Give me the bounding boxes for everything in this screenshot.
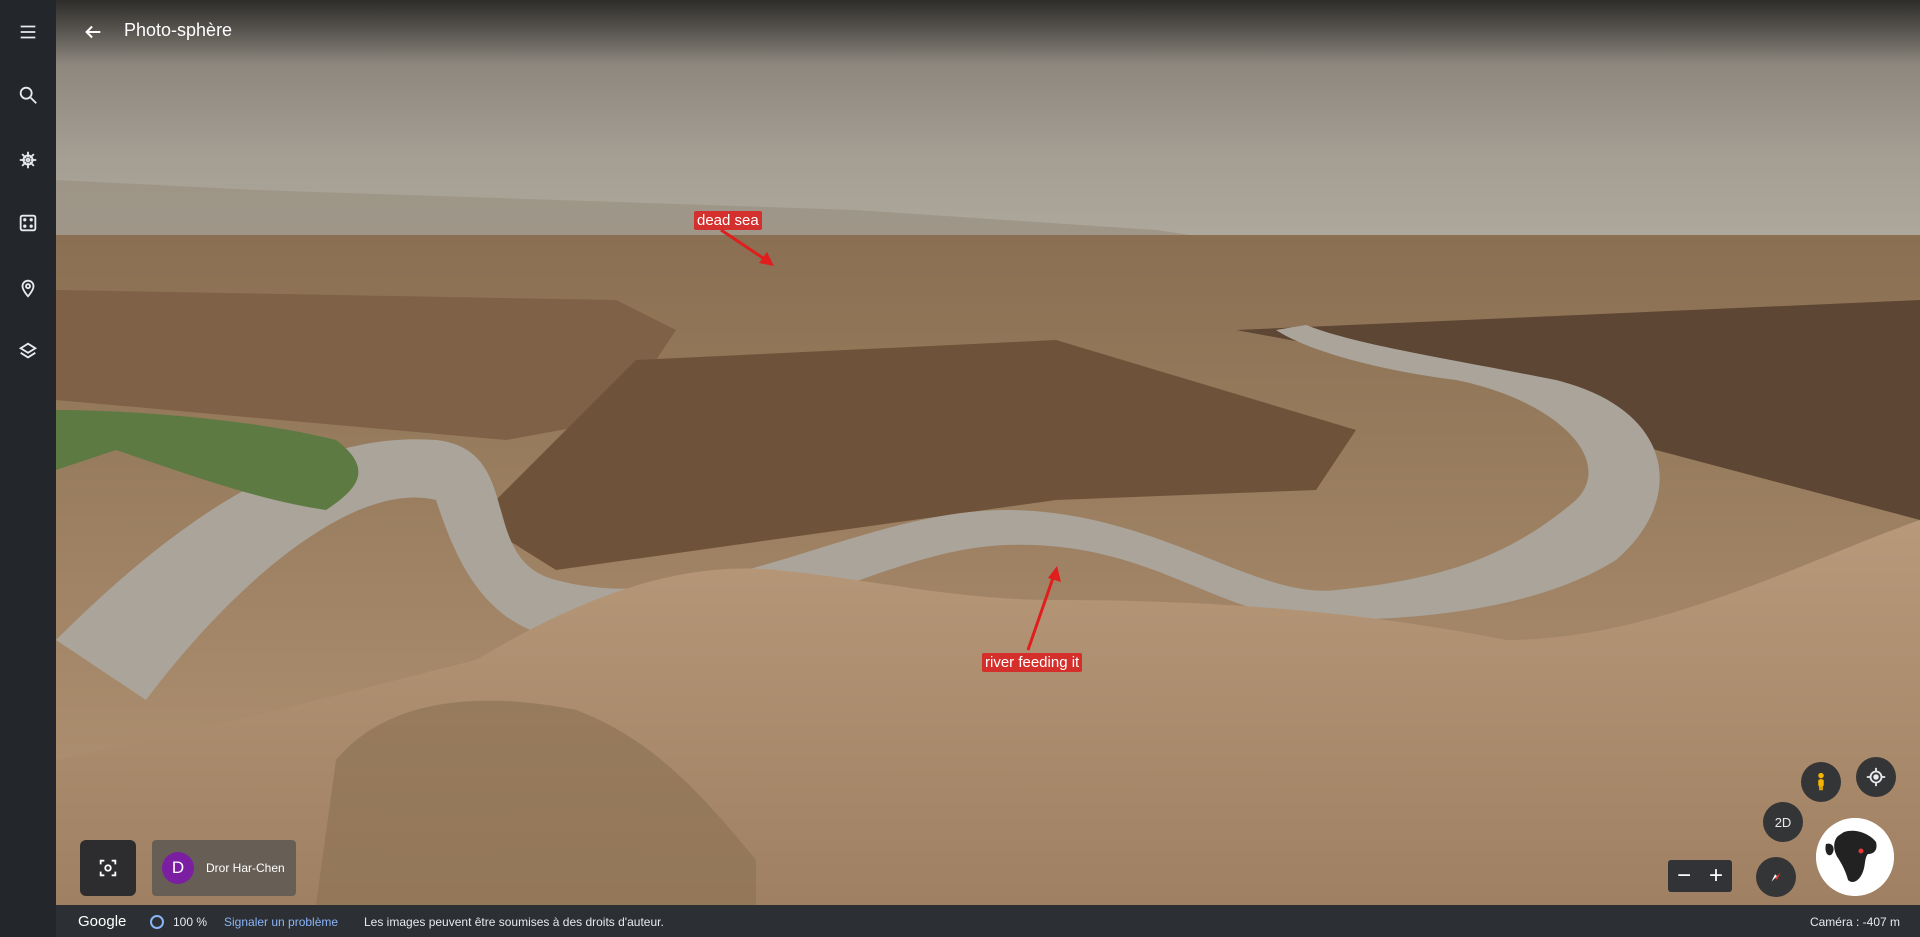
top-bar: Photo-sphère bbox=[56, 0, 1920, 64]
status-bar: Google 100 % Signaler un problème Les im… bbox=[56, 905, 1920, 937]
author-name: Dror Har-Chen bbox=[206, 861, 285, 875]
toggle-2d-button[interactable]: 2D bbox=[1763, 802, 1803, 842]
ship-wheel-icon bbox=[19, 151, 37, 169]
globe-minimap[interactable] bbox=[1816, 818, 1894, 896]
menu-button[interactable] bbox=[8, 12, 48, 52]
dice-icon bbox=[19, 214, 37, 232]
search-icon bbox=[19, 86, 37, 104]
zoom-level: 100 % bbox=[173, 915, 208, 929]
menu-icon bbox=[20, 25, 36, 39]
report-problem-link[interactable]: Signaler un problème bbox=[224, 915, 338, 929]
copyright-notice: Les images peuvent être soumises à des d… bbox=[364, 915, 664, 929]
my-location-icon bbox=[1866, 767, 1886, 787]
camera-altitude: Caméra : -407 m bbox=[1809, 915, 1900, 929]
compass-button[interactable] bbox=[1756, 857, 1796, 897]
feeling-lucky-button[interactable] bbox=[8, 203, 48, 243]
avatar: D bbox=[162, 852, 194, 884]
my-location-button[interactable] bbox=[1856, 757, 1896, 797]
zoom-out-button[interactable]: − bbox=[1668, 860, 1700, 892]
compass-icon bbox=[1771, 872, 1781, 882]
left-rail bbox=[0, 0, 56, 937]
map-style-button[interactable] bbox=[8, 331, 48, 371]
pegman-icon bbox=[1818, 772, 1824, 791]
pin-icon bbox=[21, 279, 35, 298]
page-title: Photo-sphère bbox=[124, 20, 233, 40]
globe-icon bbox=[1816, 818, 1894, 896]
loading-ring-icon bbox=[150, 915, 164, 929]
author-card[interactable]: D Dror Har-Chen bbox=[152, 840, 296, 896]
toggle-2d-label: 2D bbox=[1774, 814, 1792, 830]
zoom-in-button[interactable]: + bbox=[1700, 860, 1732, 892]
voyager-button[interactable] bbox=[8, 140, 48, 180]
google-logo: Google bbox=[78, 913, 127, 930]
search-button[interactable] bbox=[8, 75, 48, 115]
back-button[interactable] bbox=[74, 13, 112, 51]
pegman-button[interactable] bbox=[1801, 762, 1841, 802]
layers-icon bbox=[18, 342, 38, 359]
annotation-dead-sea: dead sea bbox=[694, 211, 762, 230]
focus-button[interactable] bbox=[80, 840, 136, 896]
back-arrow-icon bbox=[85, 25, 101, 39]
photo-sphere-view[interactable]: dead sea river feeding it bbox=[56, 0, 1920, 905]
zoom-controls: − + bbox=[1668, 860, 1732, 892]
landscape-image bbox=[56, 0, 1920, 905]
projects-button[interactable] bbox=[8, 268, 48, 308]
focus-icon bbox=[99, 859, 117, 877]
annotation-river: river feeding it bbox=[982, 653, 1083, 672]
